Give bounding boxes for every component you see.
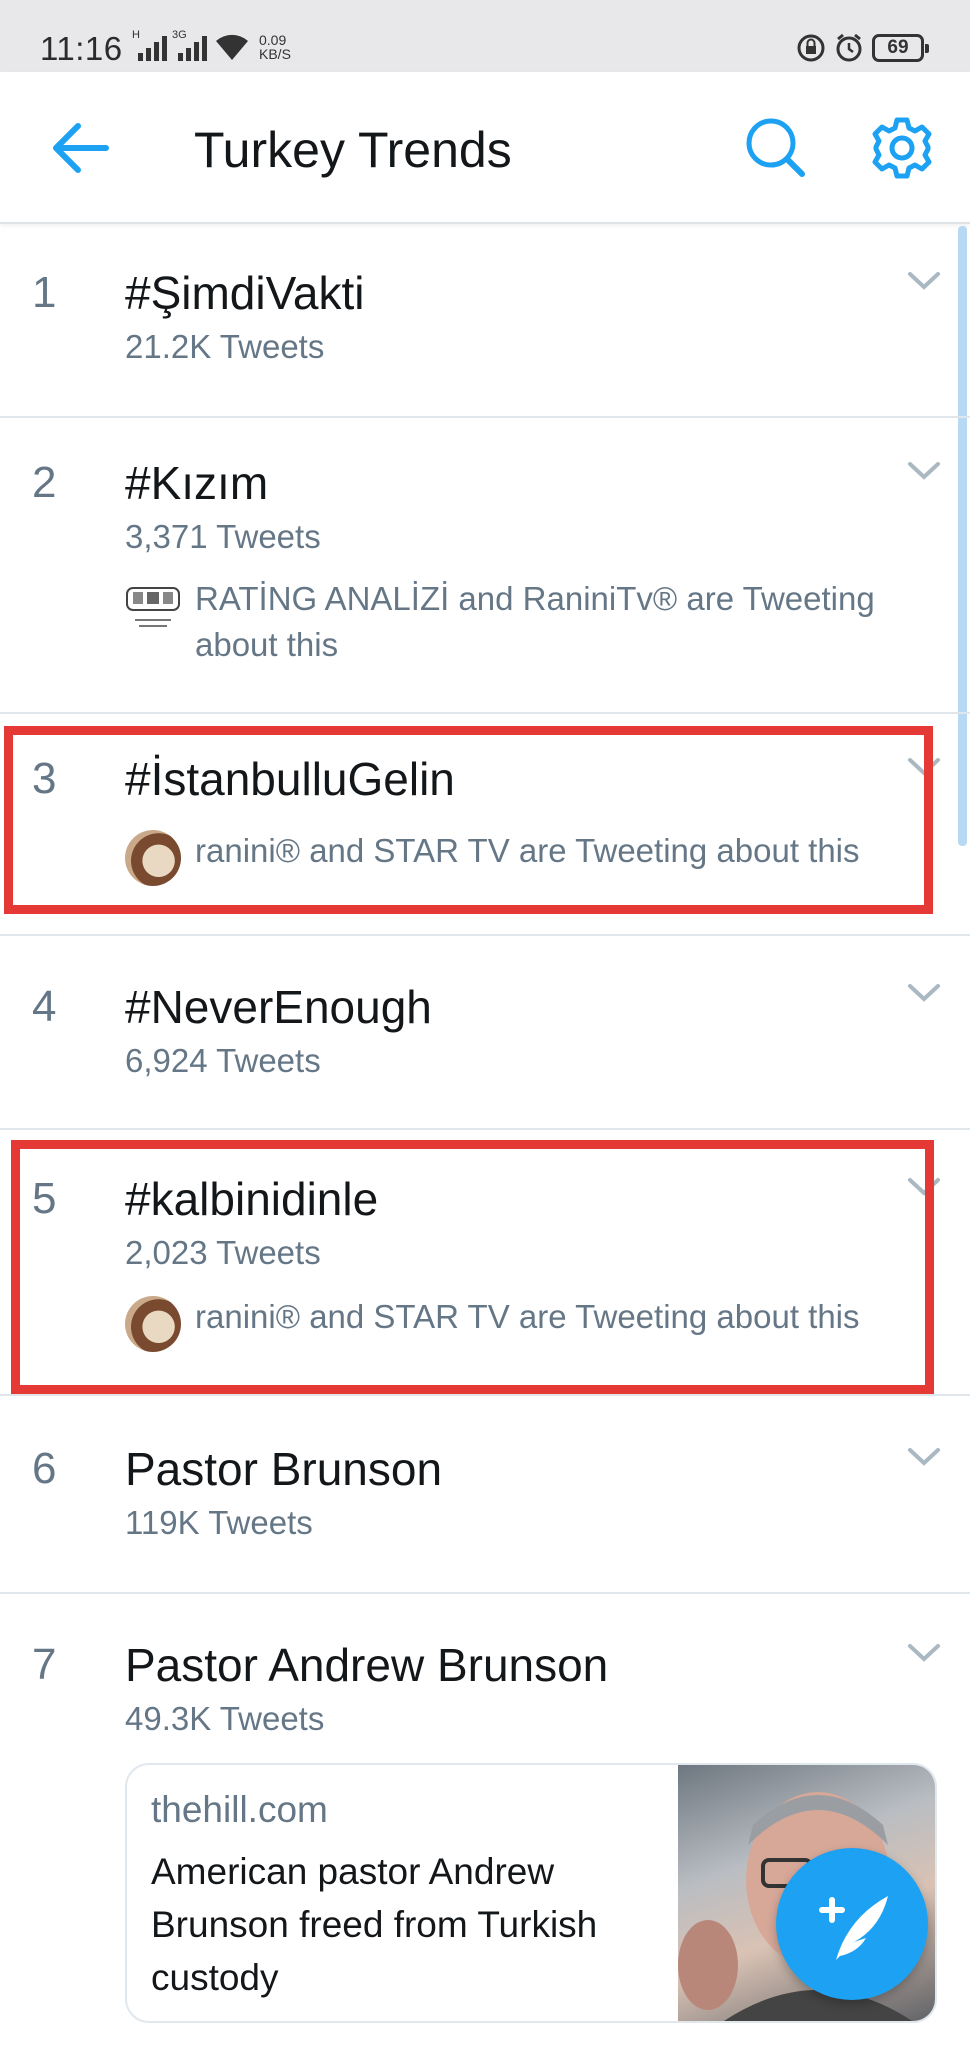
trend-tweet-count: 3,371 Tweets (125, 518, 321, 555)
trend-tweet-count: 49.3K Tweets (125, 1700, 325, 1737)
trend-rank: 4 (32, 982, 57, 1031)
trend-context: RATİNG ANALİZİ and RaniniTv® are Tweetin… (125, 576, 915, 668)
compose-tweet-button[interactable] (776, 1848, 928, 2000)
chevron-down-icon[interactable] (906, 270, 942, 292)
trend-rank: 1 (32, 268, 57, 317)
trend-row[interactable]: 6 Pastor Brunson 119K Tweets (0, 1396, 970, 1594)
status-time: 11:16 (40, 30, 123, 67)
trend-name: Pastor Andrew Brunson (125, 1639, 609, 1691)
chevron-down-icon[interactable] (906, 1642, 942, 1664)
chevron-down-icon[interactable] (906, 982, 942, 1004)
trend-rank: 2 (32, 458, 57, 507)
trend-name: Pastor Brunson (125, 1443, 443, 1495)
trend-row[interactable]: 1 #ŞimdiVakti 21.2K Tweets (0, 224, 970, 418)
signal-icon: H (132, 29, 167, 61)
chevron-down-icon[interactable] (906, 1446, 942, 1468)
battery-indicator: 69 (872, 34, 929, 62)
trend-name: #ŞimdiVakti (125, 267, 365, 319)
search-icon[interactable] (744, 116, 808, 180)
trend-tweet-count: 21.2K Tweets (125, 328, 325, 365)
signal-icon-2: 3G (172, 29, 207, 61)
wifi-icon (216, 34, 248, 60)
trend-name: #Kızım (125, 457, 269, 509)
network-type-label: H (132, 29, 140, 41)
alarm-icon (836, 33, 862, 62)
card-title: American pastor Andrew Brunson freed fro… (151, 1851, 598, 1998)
trend-rank: 6 (32, 1444, 57, 1493)
app-header: Turkey Trends (0, 72, 970, 224)
gear-icon[interactable] (870, 116, 934, 180)
arrow-left-icon[interactable] (50, 122, 110, 174)
trend-row[interactable]: 4 #NeverEnough 6,924 Tweets (0, 936, 970, 1130)
trend-rank: 7 (32, 1640, 57, 1689)
status-bar: 11:16 H 3G 0.09 KB/S 69 (0, 0, 970, 72)
trend-tweet-count: 119K Tweets (125, 1504, 313, 1541)
highlight-box (11, 1140, 934, 1394)
page-title: Turkey Trends (194, 122, 512, 178)
trend-context-text: RATİNG ANALİZİ and RaniniTv® are Tweetin… (195, 580, 875, 663)
trend-name: #NeverEnough (125, 981, 432, 1033)
card-domain: thehill.com (151, 1789, 328, 1830)
highlight-box (4, 726, 933, 914)
network-speed: 0.09 KB/S (259, 32, 291, 62)
feather-plus-icon (819, 1896, 888, 1960)
chevron-down-icon[interactable] (906, 460, 942, 482)
network-type-label-2: 3G (172, 29, 187, 41)
trend-tweet-count: 6,924 Tweets (125, 1042, 321, 1079)
trend-row[interactable]: 2 #Kızım 3,371 Tweets RATİNG ANALİZİ and… (0, 418, 970, 714)
lock-rotation-icon (797, 34, 825, 62)
rating-analizi-logo (125, 578, 181, 634)
